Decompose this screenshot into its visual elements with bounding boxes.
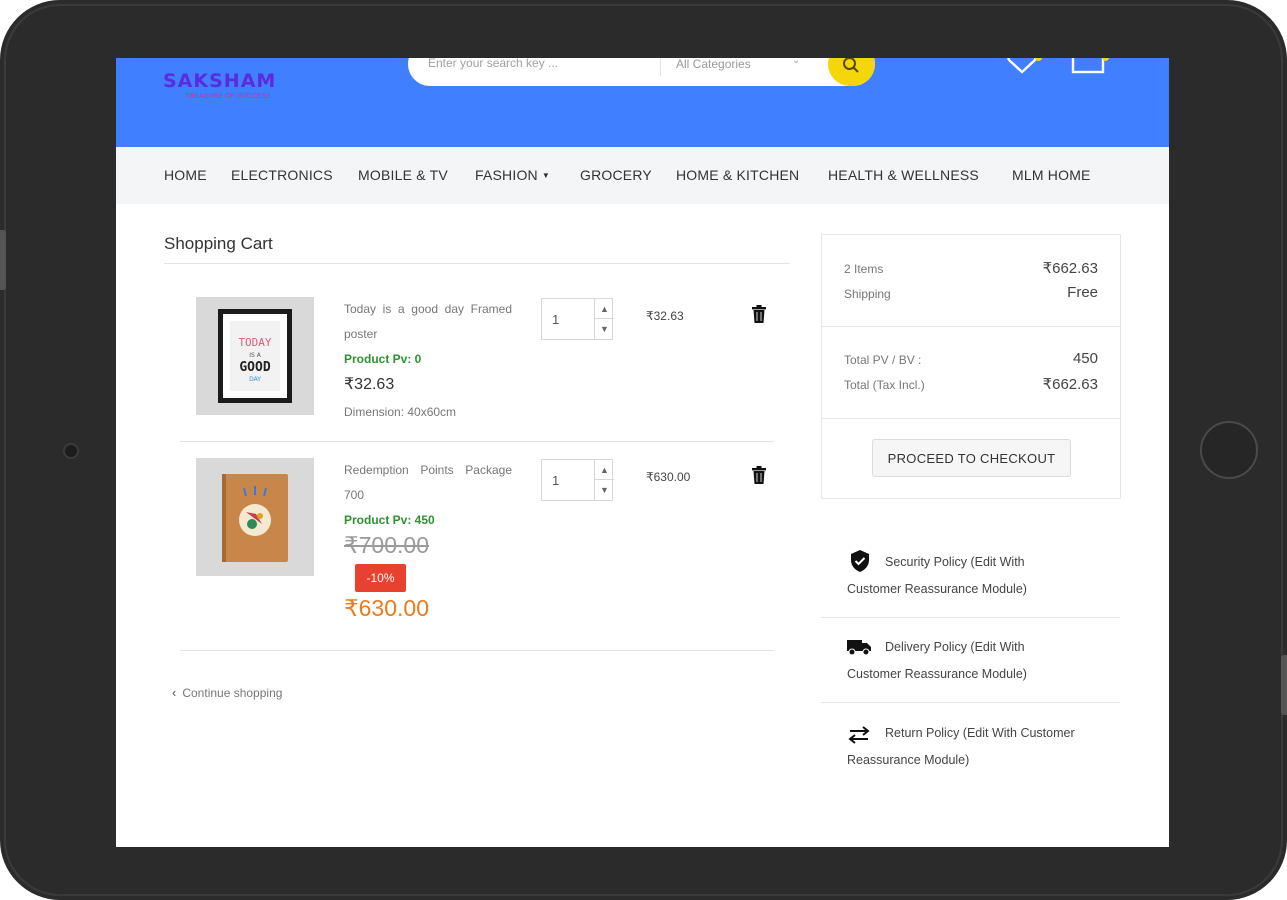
policy-text: Return Policy (Edit With Customer Reassu… bbox=[847, 726, 1075, 767]
shipping-value: Free bbox=[1067, 284, 1098, 301]
continue-shopping-label: Continue shopping bbox=[182, 686, 283, 700]
poster-text-line: IS A bbox=[249, 352, 261, 359]
discount-badge: -10% bbox=[355, 564, 406, 592]
tablet-side-button bbox=[0, 230, 6, 290]
line-total: ₹630.00 bbox=[646, 470, 691, 484]
search-input[interactable] bbox=[428, 58, 638, 70]
chevron-left-icon: ‹ bbox=[172, 685, 177, 700]
page-title: Shopping Cart bbox=[164, 234, 273, 253]
wishlist-button[interactable] bbox=[1005, 58, 1042, 79]
cart-summary: 2 Items ₹662.63 Shipping Free Total PV /… bbox=[821, 234, 1121, 499]
site-logo[interactable]: SAKSHAM TREASURE OF SUCCESS bbox=[163, 70, 276, 100]
search-divider bbox=[660, 58, 661, 76]
nav-item-health-wellness[interactable]: HEALTH & WELLNESS bbox=[828, 167, 979, 183]
nav-item-home[interactable]: HOME bbox=[164, 167, 207, 183]
line-total: ₹32.63 bbox=[646, 309, 684, 323]
tablet-side-button-right bbox=[1281, 655, 1287, 715]
nav-item-mobile-tv[interactable]: MOBILE & TV bbox=[358, 167, 448, 183]
category-select[interactable]: All Categories bbox=[676, 58, 751, 71]
total-label: Total (Tax Incl.) bbox=[844, 378, 925, 392]
notebook-thumbnail bbox=[222, 474, 288, 562]
quantity-value[interactable]: 1 bbox=[552, 473, 559, 488]
tablet-frame: SAKSHAM TREASURE OF SUCCESS All Categori… bbox=[0, 0, 1287, 900]
policy-item-return: Return Policy (Edit With Customer Reassu… bbox=[821, 720, 1121, 780]
browser-screen: SAKSHAM TREASURE OF SUCCESS All Categori… bbox=[116, 58, 1169, 847]
shopping-bag-icon bbox=[1071, 58, 1105, 74]
site-header: SAKSHAM TREASURE OF SUCCESS All Categori… bbox=[116, 58, 1169, 147]
title-divider bbox=[164, 263, 790, 264]
policy-divider bbox=[821, 702, 1119, 703]
quantity-stepper[interactable]: 1 ▲ ▼ bbox=[541, 459, 614, 501]
trash-icon bbox=[752, 466, 766, 484]
quantity-value[interactable]: 1 bbox=[552, 312, 559, 327]
items-count-label: 2 Items bbox=[844, 262, 884, 276]
chevron-up-icon[interactable]: ▲ bbox=[594, 299, 614, 319]
poster-text-line: GOOD bbox=[239, 360, 270, 375]
product-name[interactable]: Today is a good day Framed poster bbox=[344, 297, 512, 347]
chevron-up-icon[interactable]: ▲ bbox=[594, 460, 614, 480]
product-pv: Product Pv: 0 bbox=[344, 352, 422, 366]
summary-total-section: Total PV / BV : 450 Total (Tax Incl.) ₹6… bbox=[822, 327, 1120, 419]
framed-poster-thumbnail: TODAY IS A GOOD DAY bbox=[218, 309, 292, 403]
product-sale-price: ₹630.00 bbox=[344, 595, 429, 621]
product-price: ₹32.63 bbox=[344, 376, 395, 393]
nav-item-fashion-label: FASHION bbox=[475, 167, 538, 183]
product-image[interactable] bbox=[196, 458, 314, 576]
chevron-down-icon[interactable]: ▼ bbox=[594, 480, 614, 500]
nav-item-fashion[interactable]: FASHION ▼ bbox=[475, 167, 550, 183]
product-name[interactable]: Redemption Points Package 700 bbox=[344, 458, 512, 508]
product-old-price: ₹700.00 bbox=[344, 532, 429, 558]
camera-icon bbox=[63, 443, 79, 459]
product-pv: Product Pv: 450 bbox=[344, 513, 435, 527]
policy-item-security: Security Policy (Edit With Customer Reas… bbox=[821, 549, 1121, 609]
caret-down-icon: ▼ bbox=[541, 171, 550, 180]
trash-icon bbox=[752, 305, 766, 323]
delete-item-button[interactable] bbox=[751, 305, 767, 328]
total-pv-label: Total PV / BV : bbox=[844, 353, 922, 367]
items-subtotal-value: ₹662.63 bbox=[1042, 260, 1098, 277]
total-pv-value: 450 bbox=[1072, 350, 1098, 367]
quantity-stepper[interactable]: 1 ▲ ▼ bbox=[541, 298, 614, 340]
wishlist-badge-dot bbox=[1035, 58, 1042, 61]
row-divider bbox=[180, 650, 774, 651]
heart-icon bbox=[1007, 58, 1037, 74]
poster-text-line: DAY bbox=[249, 376, 261, 383]
nav-item-grocery[interactable]: GROCERY bbox=[580, 167, 652, 183]
search-icon bbox=[843, 58, 859, 73]
nav-item-mlm-home[interactable]: MLM HOME bbox=[1012, 167, 1091, 183]
search-bar: All Categories ⌄ bbox=[408, 58, 875, 86]
policy-text: Delivery Policy (Edit With Customer Reas… bbox=[847, 640, 1027, 681]
logo-text: SAKSHAM bbox=[163, 70, 277, 92]
logo-tagline: TREASURE OF SUCCESS bbox=[185, 93, 271, 100]
cart-item: Redemption Points Package 700 Product Pv… bbox=[180, 458, 780, 638]
cart-item: TODAY IS A GOOD DAY Today is a good day … bbox=[180, 297, 780, 437]
total-value: ₹662.63 bbox=[1042, 376, 1098, 393]
row-divider bbox=[180, 441, 774, 442]
proceed-to-checkout-button[interactable]: PROCEED TO CHECKOUT bbox=[872, 439, 1071, 477]
cart-badge-dot bbox=[1102, 58, 1109, 61]
summary-subtotal-section: 2 Items ₹662.63 Shipping Free bbox=[822, 235, 1120, 327]
main-nav: HOME ELECTRONICS MOBILE & TV FASHION ▼ GR… bbox=[116, 147, 1169, 204]
search-button[interactable] bbox=[828, 58, 875, 86]
policy-divider bbox=[821, 617, 1119, 618]
chevron-down-icon: ⌄ bbox=[792, 58, 801, 66]
poster-text-line: TODAY bbox=[238, 336, 271, 349]
product-dimension: Dimension: 40x60cm bbox=[344, 405, 457, 419]
cart-button[interactable] bbox=[1071, 58, 1109, 79]
policy-item-delivery: Delivery Policy (Edit With Customer Reas… bbox=[821, 634, 1121, 694]
product-image[interactable]: TODAY IS A GOOD DAY bbox=[196, 297, 314, 415]
nav-item-home-kitchen[interactable]: HOME & KITCHEN bbox=[676, 167, 799, 183]
policy-text: Security Policy (Edit With Customer Reas… bbox=[847, 555, 1027, 596]
chevron-down-icon[interactable]: ▼ bbox=[594, 319, 614, 339]
shipping-label: Shipping bbox=[844, 287, 891, 301]
home-button-icon bbox=[1200, 421, 1258, 479]
delete-item-button[interactable] bbox=[751, 466, 767, 489]
continue-shopping-link[interactable]: ‹ Continue shopping bbox=[172, 685, 282, 700]
nav-item-electronics[interactable]: ELECTRONICS bbox=[231, 167, 333, 183]
